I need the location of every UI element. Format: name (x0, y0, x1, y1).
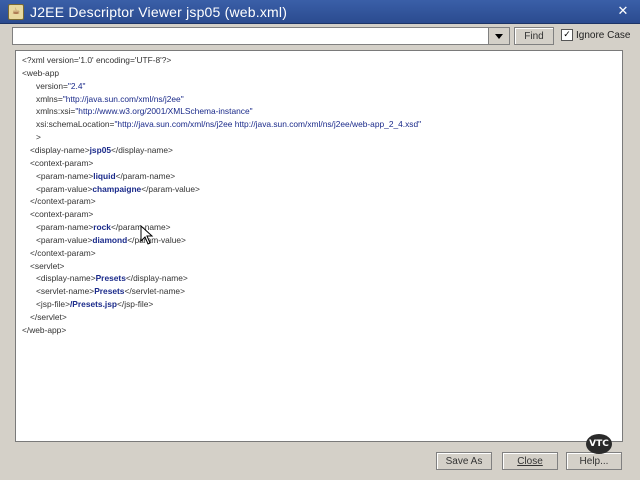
xml-token: <param-name> (36, 170, 94, 181)
xml-line: xsi:schemaLocation="http://java.sun.com/… (36, 118, 421, 131)
xml-token: <display-name> (30, 144, 90, 155)
xml-token: <web-app (22, 67, 60, 78)
close-button-label: Close (517, 455, 543, 467)
find-button[interactable]: Find (514, 27, 554, 45)
xml-line: <param-value>champaigne</param-value> (36, 183, 200, 196)
xml-line: <context-param> (30, 157, 93, 170)
button-bar: Save As Close Help... (0, 444, 640, 480)
ignore-case-label: Ignore Case (576, 29, 631, 41)
xml-token: diamond (92, 234, 128, 245)
combo-dropdown-button[interactable] (488, 28, 509, 44)
xml-line: <param-name>liquid</param-name> (36, 170, 175, 183)
xml-line: > (36, 131, 41, 144)
xml-line: <servlet-name>Presets</servlet-name> (36, 285, 185, 298)
xml-token: rock (93, 222, 111, 233)
ignore-case-checkbox[interactable]: ✓ (561, 29, 573, 41)
xml-token: </param-value> (141, 183, 200, 194)
xml-line: <?xml version='1.0' encoding='UTF-8'?> (22, 54, 171, 67)
xml-token: champaigne (92, 183, 142, 194)
close-window-icon[interactable]: ✕ (616, 5, 630, 19)
xml-line: xmlns:xsi="http://www.w3.org/2001/XMLSch… (36, 105, 253, 118)
xml-token: <servlet-name> (36, 286, 95, 297)
xml-line: <display-name>jsp05</display-name> (30, 144, 173, 157)
xml-token: <context-param> (30, 157, 94, 168)
xml-token: </param-name> (115, 170, 176, 181)
xml-token: </servlet> (30, 312, 67, 322)
search-toolbar: Find ✓ Ignore Case (0, 24, 640, 48)
xml-token: </context-param> (30, 247, 96, 258)
xml-token: "2.4" (67, 80, 86, 91)
xml-token: <param-value> (36, 183, 93, 194)
search-input[interactable] (15, 30, 489, 47)
xml-line: </context-param> (30, 195, 96, 208)
xml-token: </param-value> (127, 234, 186, 245)
java-cup-icon: ☕ (8, 3, 24, 20)
ignore-case-option[interactable]: ✓ Ignore Case (561, 29, 630, 41)
xml-line: xmlns="http://java.sun.com/xml/ns/j2ee" (36, 93, 184, 106)
xml-token: </servlet-name> (124, 286, 185, 297)
xml-token: /Presets.jsp (69, 299, 118, 310)
xml-token: liquid (93, 170, 116, 181)
xml-token: Presets (94, 286, 125, 297)
xml-token: <param-value> (36, 234, 93, 245)
search-combo[interactable] (12, 27, 510, 47)
xml-line: </web-app> (22, 324, 66, 337)
xml-token: </context-param> (30, 196, 96, 207)
xml-token: <param-name> (36, 222, 94, 233)
xml-token: <servlet> (30, 260, 65, 271)
xml-token: <?xml version='1.0' encoding='UTF-8'?> (22, 55, 172, 65)
vtc-logo: VTC (586, 434, 612, 454)
xml-token: xmlns= (36, 93, 63, 104)
xml-token: xsi:schemaLocation= (36, 119, 115, 130)
help-button[interactable]: Help... (566, 452, 622, 470)
xml-line: <jsp-file>/Presets.jsp</jsp-file> (36, 298, 153, 311)
xml-line: <servlet> (30, 260, 64, 273)
xml-token: <jsp-file> (36, 299, 70, 310)
close-button[interactable]: Close (502, 452, 558, 470)
xml-token: jsp05 (89, 144, 112, 155)
xml-token: </jsp-file> (117, 299, 154, 310)
xml-token: > (36, 132, 41, 143)
xml-token: "http://www.w3.org/2001/XMLSchema-instan… (75, 106, 253, 117)
xml-token: <context-param> (30, 209, 94, 220)
xml-token: "http://java.sun.com/xml/ns/j2ee http://… (114, 119, 422, 130)
xml-line: <display-name>Presets</display-name> (36, 272, 188, 285)
xml-line: <web-app (22, 67, 59, 80)
xml-token: version= (36, 80, 68, 91)
xml-token: xmlns:xsi= (36, 106, 76, 117)
title-bar: ☕ J2EE Descriptor Viewer jsp05 (web.xml)… (0, 0, 640, 24)
xml-line: version="2.4" (36, 80, 85, 93)
save-as-button[interactable]: Save As (436, 452, 492, 470)
chevron-down-icon (495, 33, 503, 39)
xml-line: <context-param> (30, 208, 93, 221)
xml-token: "http://java.sun.com/xml/ns/j2ee" (62, 93, 184, 104)
xml-token: Presets (95, 273, 126, 284)
xml-token: </display-name> (111, 144, 173, 155)
xml-token: <display-name> (36, 273, 96, 284)
mouse-cursor-icon (140, 225, 154, 245)
window-title: J2EE Descriptor Viewer jsp05 (web.xml) (30, 3, 288, 20)
xml-line: <param-value>diamond</param-value> (36, 234, 186, 247)
xml-token: </web-app> (22, 324, 67, 335)
xml-line: </context-param> (30, 247, 96, 260)
xml-token: </display-name> (125, 273, 188, 284)
xml-line: </servlet> (30, 311, 67, 324)
xml-viewer[interactable]: <?xml version='1.0' encoding='UTF-8'?> <w… (15, 50, 623, 442)
